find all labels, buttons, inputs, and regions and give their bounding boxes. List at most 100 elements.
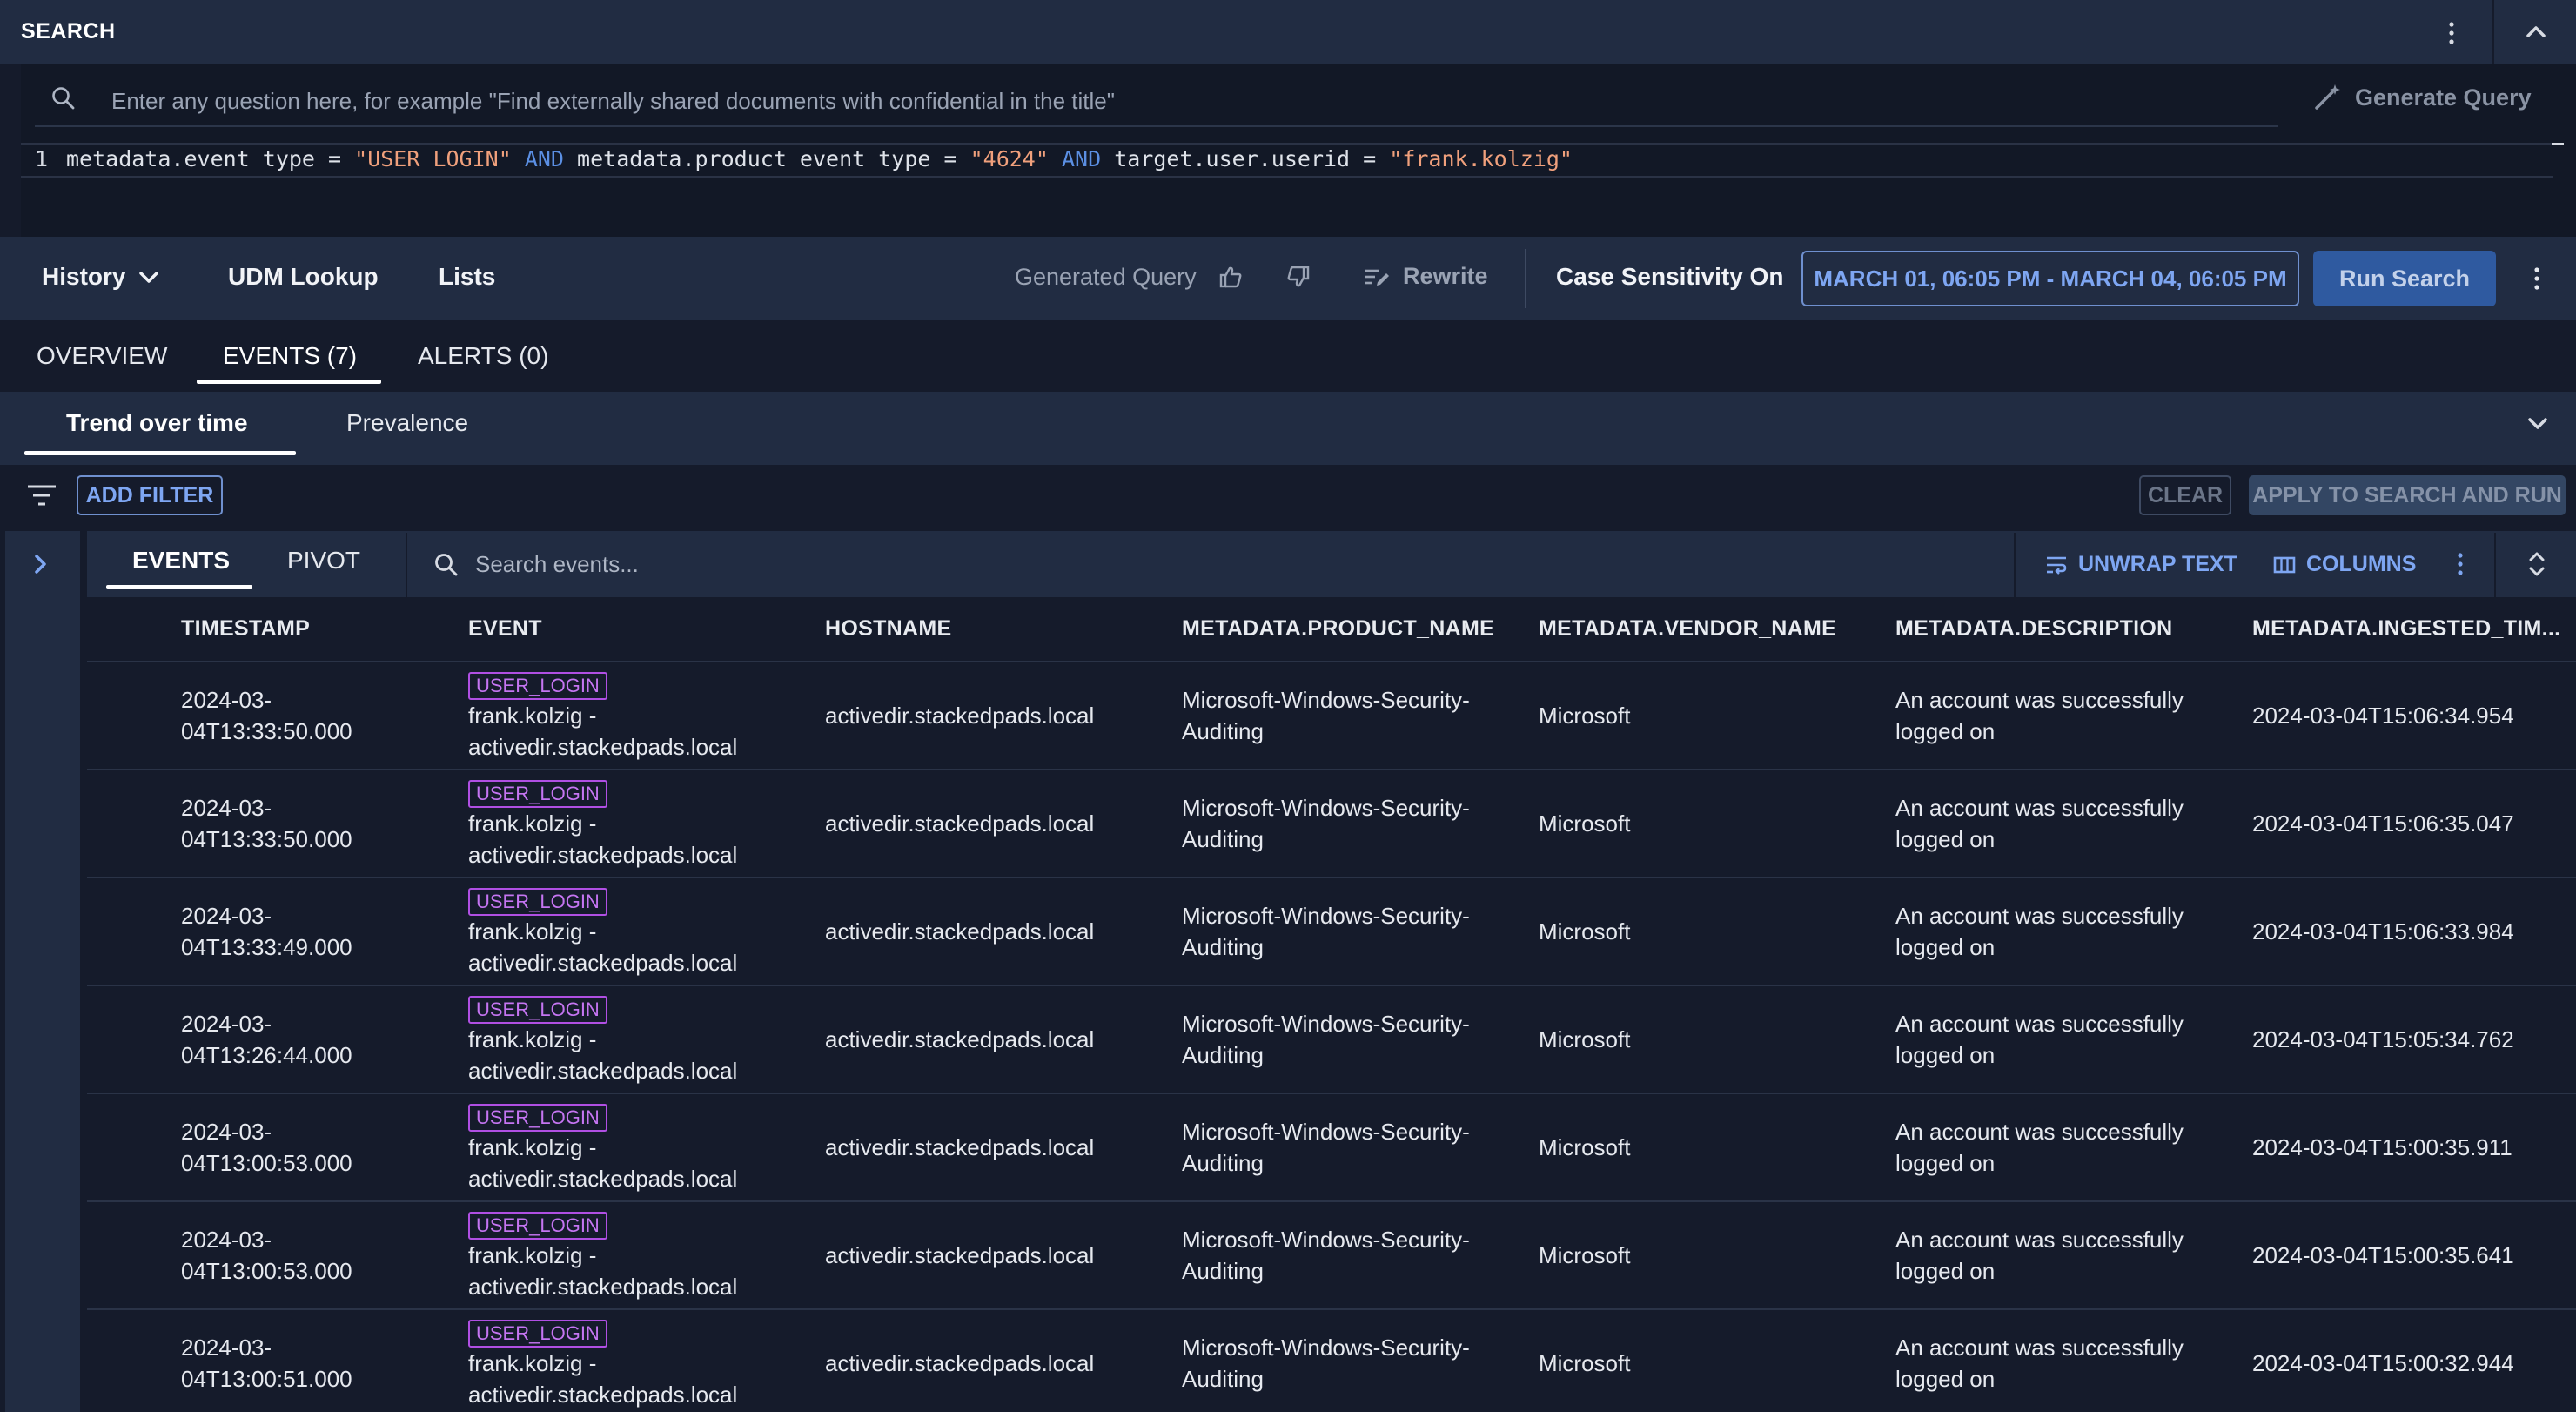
ingested-time-cell: 2024-03-04T15:06:35.047 (2252, 770, 2576, 878)
event-type-badge[interactable]: USER_LOGIN (468, 888, 607, 916)
events-header-divider (406, 533, 407, 597)
unfold-icon[interactable] (2526, 550, 2548, 578)
event-cell: USER_LOGIN frank.kolzig - activedir.stacke… (468, 1201, 825, 1310)
table-row[interactable]: 2024-03- 04T13:33:49.000 USER_LOGIN frank.… (87, 877, 2576, 986)
column-header[interactable]: TIMESTAMP (181, 597, 468, 662)
pivot-subtab[interactable]: PIVOT (287, 547, 360, 575)
chevron-down-icon (138, 268, 160, 286)
column-header[interactable]: METADATA.PRODUCT_NAME (1182, 597, 1539, 662)
table-row[interactable]: 2024-03- 04T13:00:53.000 USER_LOGIN frank.… (87, 1201, 2576, 1310)
timestamp-cell: 2024-03- 04T13:00:53.000 (181, 1201, 468, 1310)
timestamp-cell: 2024-03- 04T13:33:50.000 (181, 662, 468, 770)
description-cell: An account was successfully logged on (1895, 985, 2252, 1094)
vendor-name-cell: Microsoft (1539, 770, 1895, 878)
column-header[interactable]: METADATA.INGESTED_TIM... (2252, 597, 2576, 662)
run-search-button[interactable]: Run Search (2313, 251, 2496, 306)
product-name-cell: Microsoft-Windows-Security- Auditing (1182, 770, 1539, 878)
row-spacer (87, 1309, 181, 1412)
event-type-badge[interactable]: USER_LOGIN (468, 1104, 607, 1132)
product-name-cell: Microsoft-Windows-Security- Auditing (1182, 1309, 1539, 1412)
timestamp-cell: 2024-03- 04T13:00:51.000 (181, 1309, 468, 1412)
chevron-right-icon[interactable] (31, 552, 50, 576)
clear-button[interactable]: CLEAR (2139, 475, 2231, 515)
events-subtab[interactable]: EVENTS (132, 547, 230, 575)
subtab-prevalence[interactable]: Prevalence (346, 409, 468, 437)
description-cell: An account was successfully logged on (1895, 1093, 2252, 1202)
table-row[interactable]: 2024-03- 04T13:33:50.000 USER_LOGIN frank.… (87, 662, 2576, 770)
kebab-menu-icon[interactable] (2532, 266, 2541, 291)
product-name-cell: Microsoft-Windows-Security- Auditing (1182, 877, 1539, 986)
tab-events[interactable]: EVENTS (7) (223, 342, 357, 370)
row-spacer (87, 1093, 181, 1202)
nl-query-input[interactable] (111, 84, 2235, 118)
search-icon (50, 85, 77, 111)
active-subtab-indicator (24, 451, 296, 455)
thumbs-down-icon[interactable] (1286, 265, 1311, 289)
vendor-name-cell: Microsoft (1539, 877, 1895, 986)
product-name-cell: Microsoft-Windows-Security- Auditing (1182, 1201, 1539, 1310)
timestamp-cell: 2024-03- 04T13:33:49.000 (181, 877, 468, 986)
tab-overview[interactable]: OVERVIEW (37, 342, 167, 370)
column-header[interactable]: METADATA.VENDOR_NAME (1539, 597, 1895, 662)
rewrite-button[interactable]: Rewrite (1363, 263, 1488, 290)
product-name-cell: Microsoft-Windows-Security- Auditing (1182, 985, 1539, 1094)
subtab-trend-over-time[interactable]: Trend over time (66, 409, 248, 437)
toolbar-divider (1525, 249, 1526, 308)
product-name-cell: Microsoft-Windows-Security- Auditing (1182, 662, 1539, 770)
query-operator-2: AND (1061, 146, 1102, 171)
row-spacer (87, 1201, 181, 1310)
column-spacer (87, 597, 181, 662)
case-sensitivity-toggle[interactable]: Case Sensitivity On (1556, 263, 1783, 291)
events-header-divider (2494, 533, 2496, 597)
kebab-menu-icon[interactable] (2447, 21, 2456, 45)
chevron-up-icon[interactable] (2524, 21, 2548, 42)
lists-button[interactable]: Lists (439, 263, 495, 291)
search-title: SEARCH (21, 19, 116, 44)
query-value-2: "4624" (969, 146, 1049, 171)
magic-pen-icon (2311, 82, 2343, 113)
filter-icon[interactable] (26, 484, 57, 507)
event-cell: USER_LOGIN frank.kolzig - activedir.stacke… (468, 877, 825, 986)
chevron-down-icon[interactable] (2526, 414, 2550, 434)
columns-button[interactable]: COLUMNS (2273, 552, 2416, 577)
events-table-container: TIMESTAMP EVENT HOSTNAME METADATA.PRODUC… (87, 597, 2576, 1412)
row-spacer (87, 985, 181, 1094)
vendor-name-cell: Microsoft (1539, 1201, 1895, 1310)
side-rail (5, 531, 80, 1412)
kebab-menu-icon[interactable] (2456, 552, 2465, 576)
column-header[interactable]: EVENT (468, 597, 825, 662)
udm-query-text[interactable]: metadata.event_type = "USER_LOGIN" AND m… (66, 146, 1573, 171)
generate-query-button[interactable]: Generate Query (2311, 82, 2532, 113)
column-header[interactable]: METADATA.DESCRIPTION (1895, 597, 2252, 662)
column-header[interactable]: HOSTNAME (825, 597, 1182, 662)
event-type-badge[interactable]: USER_LOGIN (468, 780, 607, 808)
query-field-2: metadata.product_event_type = (577, 146, 970, 171)
event-cell: USER_LOGIN frank.kolzig - activedir.stacke… (468, 770, 825, 878)
date-range-picker[interactable]: MARCH 01, 06:05 PM - MARCH 04, 06:05 PM (1801, 251, 2299, 306)
history-dropdown[interactable]: History (42, 263, 160, 291)
tab-alerts[interactable]: ALERTS (0) (418, 342, 548, 370)
event-type-badge[interactable]: USER_LOGIN (468, 1212, 607, 1240)
hostname-cell: activedir.stackedpads.local (825, 1201, 1182, 1310)
event-type-badge[interactable]: USER_LOGIN (468, 996, 607, 1024)
search-header (0, 0, 2576, 64)
table-row[interactable]: 2024-03- 04T13:00:51.000 USER_LOGIN frank.… (87, 1309, 2576, 1412)
active-tab-indicator (197, 380, 381, 384)
table-row[interactable]: 2024-03- 04T13:33:50.000 USER_LOGIN frank.… (87, 770, 2576, 878)
search-events-input[interactable] (475, 547, 1137, 582)
thumbs-up-icon[interactable] (1218, 265, 1243, 289)
table-row[interactable]: 2024-03- 04T13:00:53.000 USER_LOGIN frank.… (87, 1093, 2576, 1202)
row-spacer (87, 770, 181, 878)
timestamp-cell: 2024-03- 04T13:26:44.000 (181, 985, 468, 1094)
hostname-cell: activedir.stackedpads.local (825, 985, 1182, 1094)
add-filter-button[interactable]: ADD FILTER (77, 475, 223, 515)
apply-to-search-button[interactable]: APPLY TO SEARCH AND RUN (2249, 475, 2566, 515)
event-type-badge[interactable]: USER_LOGIN (468, 672, 607, 700)
udm-lookup-button[interactable]: UDM Lookup (228, 263, 379, 291)
unwrap-text-button[interactable]: UNWRAP TEXT (2045, 552, 2237, 577)
event-type-badge[interactable]: USER_LOGIN (468, 1320, 607, 1348)
generate-query-label: Generate Query (2355, 84, 2532, 111)
event-cell: USER_LOGIN frank.kolzig - activedir.stacke… (468, 1093, 825, 1202)
table-row[interactable]: 2024-03- 04T13:26:44.000 USER_LOGIN frank.… (87, 985, 2576, 1094)
ingested-time-cell: 2024-03-04T15:06:34.954 (2252, 662, 2576, 770)
